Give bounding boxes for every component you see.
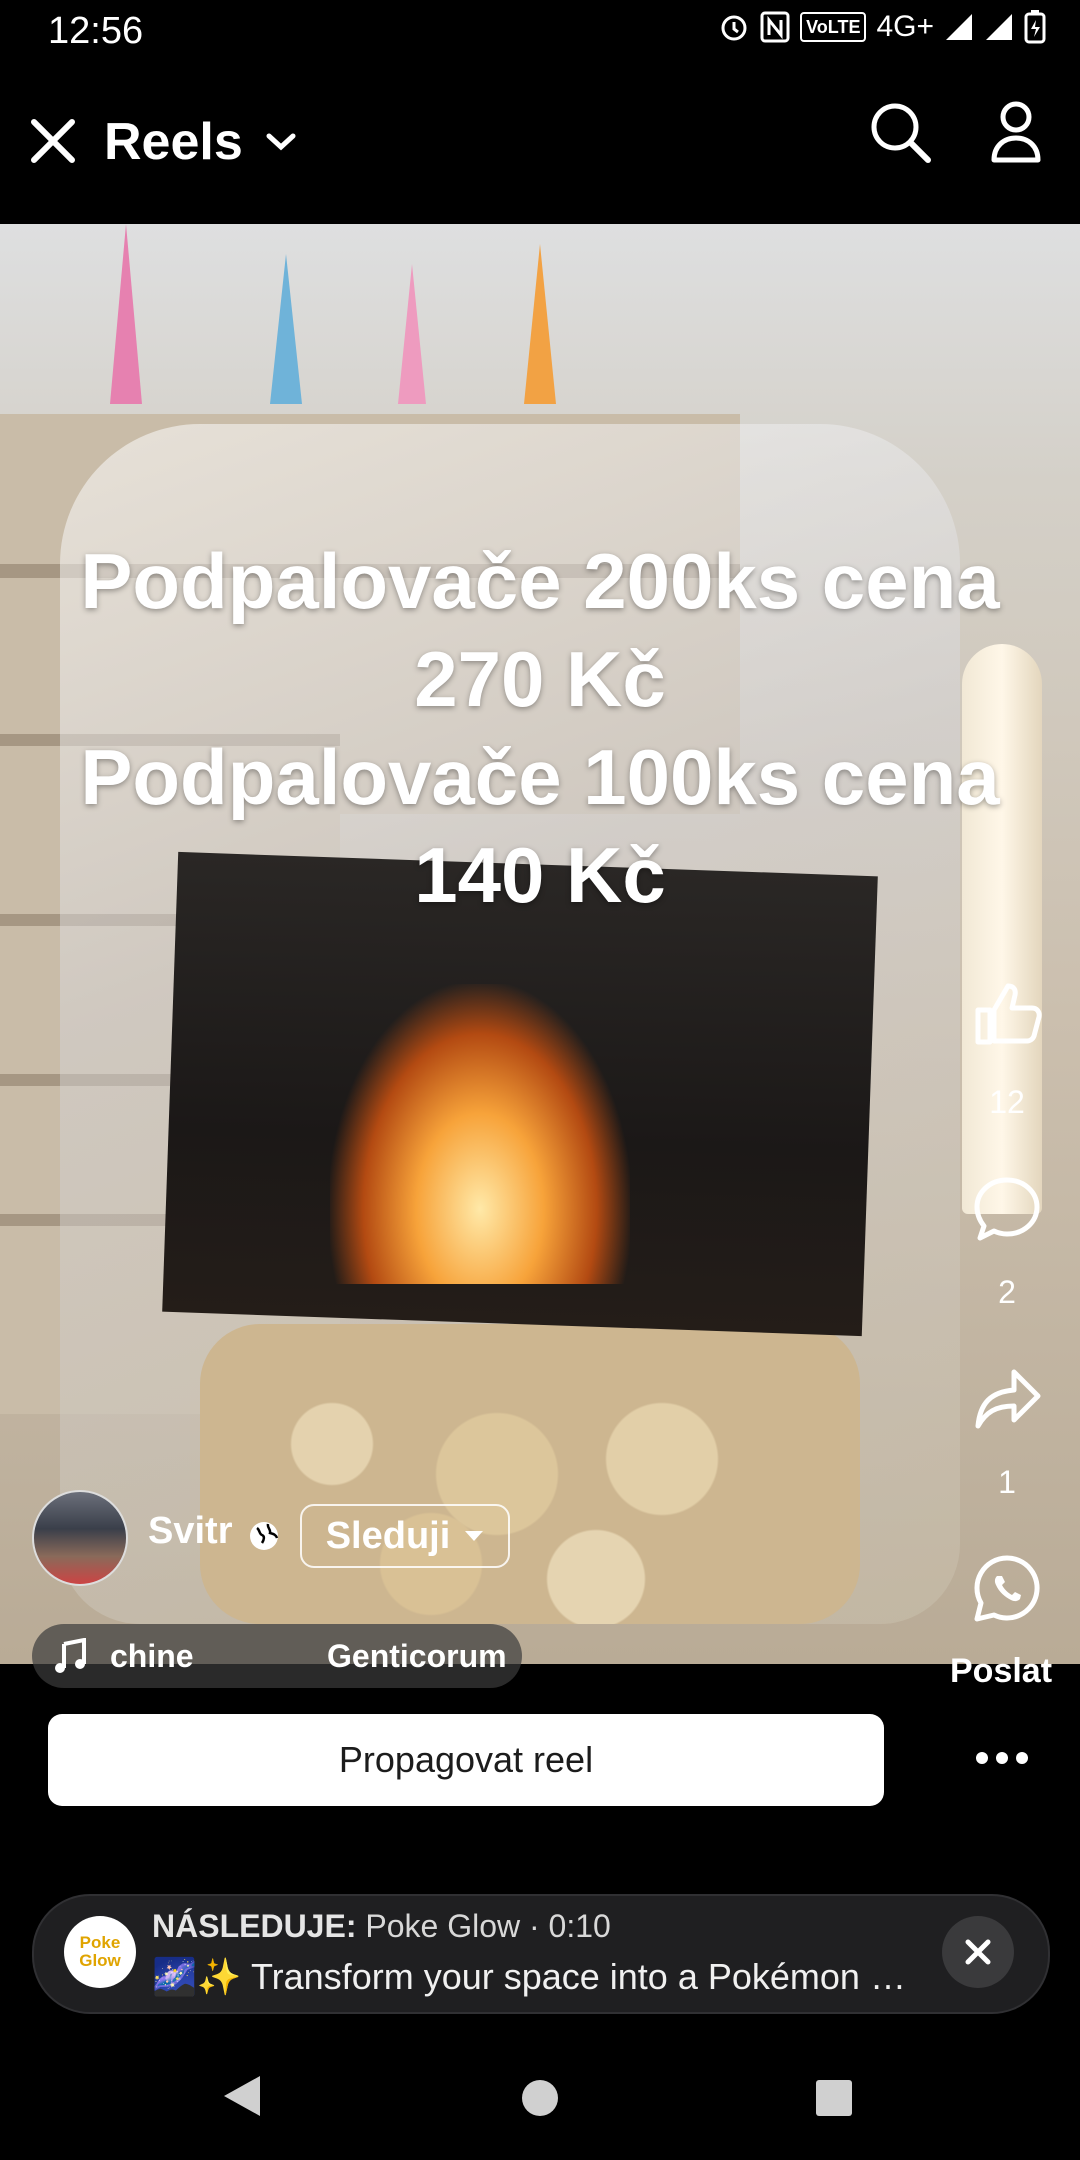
profile-icon[interactable] (990, 100, 1042, 164)
page-title[interactable]: Reels (104, 112, 243, 172)
up-next-close-button[interactable] (942, 1916, 1014, 1988)
author-name[interactable]: Svitr (148, 1510, 232, 1553)
signal-icon (986, 14, 1012, 40)
up-next-header: NÁSLEDUJE: Poke Glow · 0:10 (152, 1908, 611, 1945)
nav-back-icon[interactable] (222, 2074, 262, 2118)
status-icons: VoLTE 4G+ (718, 10, 1046, 44)
candle-cone (110, 224, 142, 404)
author-avatar[interactable] (32, 1490, 128, 1586)
follow-button[interactable]: Sleduji (300, 1504, 510, 1568)
up-next-channel: Poke Glow (365, 1908, 521, 1944)
nfc-icon (760, 11, 790, 43)
follow-label: Sleduji (325, 1514, 451, 1557)
send-label[interactable]: Poslat (950, 1652, 1052, 1691)
reel-caption: Podpalovače 200ks cena 270 Kč Podpalovač… (80, 537, 1000, 919)
whatsapp-icon[interactable] (970, 1552, 1044, 1626)
music-note-icon (55, 1638, 86, 1673)
search-icon[interactable] (868, 100, 932, 164)
candle-cone (398, 264, 426, 404)
alarm-icon (721, 15, 747, 41)
status-bar: 12:56 VoLTE 4G+ (0, 0, 1080, 64)
promote-reel-button[interactable]: Propagovat reel (48, 1714, 884, 1806)
nav-recents-icon[interactable] (816, 2080, 852, 2116)
globe-icon (250, 1522, 279, 1550)
nav-home-icon[interactable] (522, 2080, 558, 2116)
up-next-duration: 0:10 (548, 1908, 611, 1944)
caret-down-icon (465, 1531, 484, 1541)
candle-cone (524, 244, 556, 404)
signal-icon (946, 14, 972, 40)
candle-cone (270, 254, 302, 404)
comment-count: 2 (998, 1274, 1016, 1310)
product-straw (200, 1324, 860, 1624)
up-next-separator: · (520, 1908, 549, 1944)
like-icon[interactable] (970, 976, 1044, 1050)
close-icon[interactable] (30, 118, 76, 164)
comment-icon[interactable] (970, 1172, 1044, 1246)
battery-icon (1024, 10, 1046, 44)
network-type: 4G+ (876, 10, 934, 43)
music-pill[interactable]: chine Genticorum (32, 1624, 522, 1688)
close-icon (965, 1939, 991, 1965)
promote-label: Propagovat reel (338, 1739, 594, 1780)
status-time: 12:56 (48, 10, 144, 52)
volte-icon: VoLTE (800, 12, 867, 42)
more-options-icon[interactable] (976, 1752, 1036, 1772)
chevron-down-icon[interactable] (266, 132, 296, 152)
reel-video[interactable] (0, 224, 1080, 1664)
share-count: 1 (998, 1464, 1016, 1500)
up-next-title[interactable]: 🌌✨ Transform your space into a Pokémon w… (152, 1956, 912, 1998)
share-icon[interactable] (970, 1362, 1044, 1436)
product-flame (330, 984, 630, 1284)
like-count: 12 (989, 1084, 1025, 1120)
up-next-prefix: NÁSLEDUJE: (152, 1908, 357, 1944)
music-track-text: chine (110, 1638, 194, 1674)
music-artist-text: Genticorum (327, 1638, 507, 1674)
up-next-avatar[interactable]: Poke Glow (64, 1916, 136, 1988)
